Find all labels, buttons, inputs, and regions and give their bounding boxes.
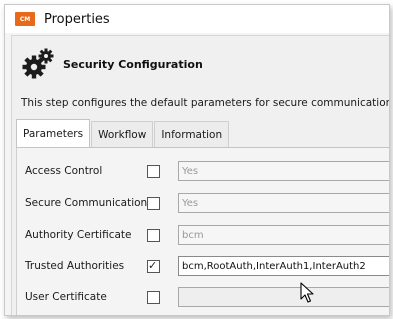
section-header: Security Configuration [21,46,203,82]
trusted-authorities-input[interactable]: bcm,RootAuth,InterAuth1,InterAuth2 [178,256,389,276]
tab-parameters[interactable]: Parameters [16,119,91,148]
user-certificate-field [178,287,389,307]
secure-communication-label: Secure Communication [25,197,148,209]
authority-certificate-label: Authority Certificate [25,229,132,241]
row-trusted-authorities: Trusted Authorities ✓ bcm,RootAuth,Inter… [17,253,389,279]
trusted-authorities-checkbox[interactable]: ✓ [147,258,160,273]
access-control-label: Access Control [25,165,103,177]
properties-window: CM Properties Security Configuration Thi… [4,4,390,316]
user-certificate-checkbox[interactable] [147,290,160,304]
tab-workflow[interactable]: Workflow [91,121,154,148]
checkmark-icon: ✓ [148,258,158,272]
user-certificate-label: User Certificate [25,291,107,303]
section-description: This step configures the default paramet… [21,97,390,109]
row-access-control: Access Control Yes [17,158,389,184]
gears-icon [21,47,55,81]
row-authority-certificate: Authority Certificate bcm [17,222,389,248]
tab-information[interactable]: Information [154,121,230,148]
section-title: Security Configuration [63,57,203,71]
secure-communication-checkbox[interactable] [147,196,160,210]
access-control-field: Yes [178,161,389,181]
row-user-certificate: User Certificate [17,284,389,310]
access-control-checkbox[interactable] [147,164,160,178]
app-icon: CM [15,12,35,26]
tab-bar: Parameters Workflow Information [16,119,230,148]
content-area: Security Configuration This step configu… [11,35,389,315]
trusted-authorities-label: Trusted Authorities [25,260,125,272]
parameters-panel: Access Control Yes Secure Communication … [16,147,389,315]
window-title: Properties [44,11,110,27]
secure-communication-field: Yes [178,193,389,213]
row-secure-communication: Secure Communication Yes [17,190,389,216]
title-bar: CM Properties [5,5,389,33]
authority-certificate-checkbox[interactable] [147,228,160,242]
mouse-pointer-icon [300,282,314,308]
authority-certificate-field: bcm [178,225,389,245]
